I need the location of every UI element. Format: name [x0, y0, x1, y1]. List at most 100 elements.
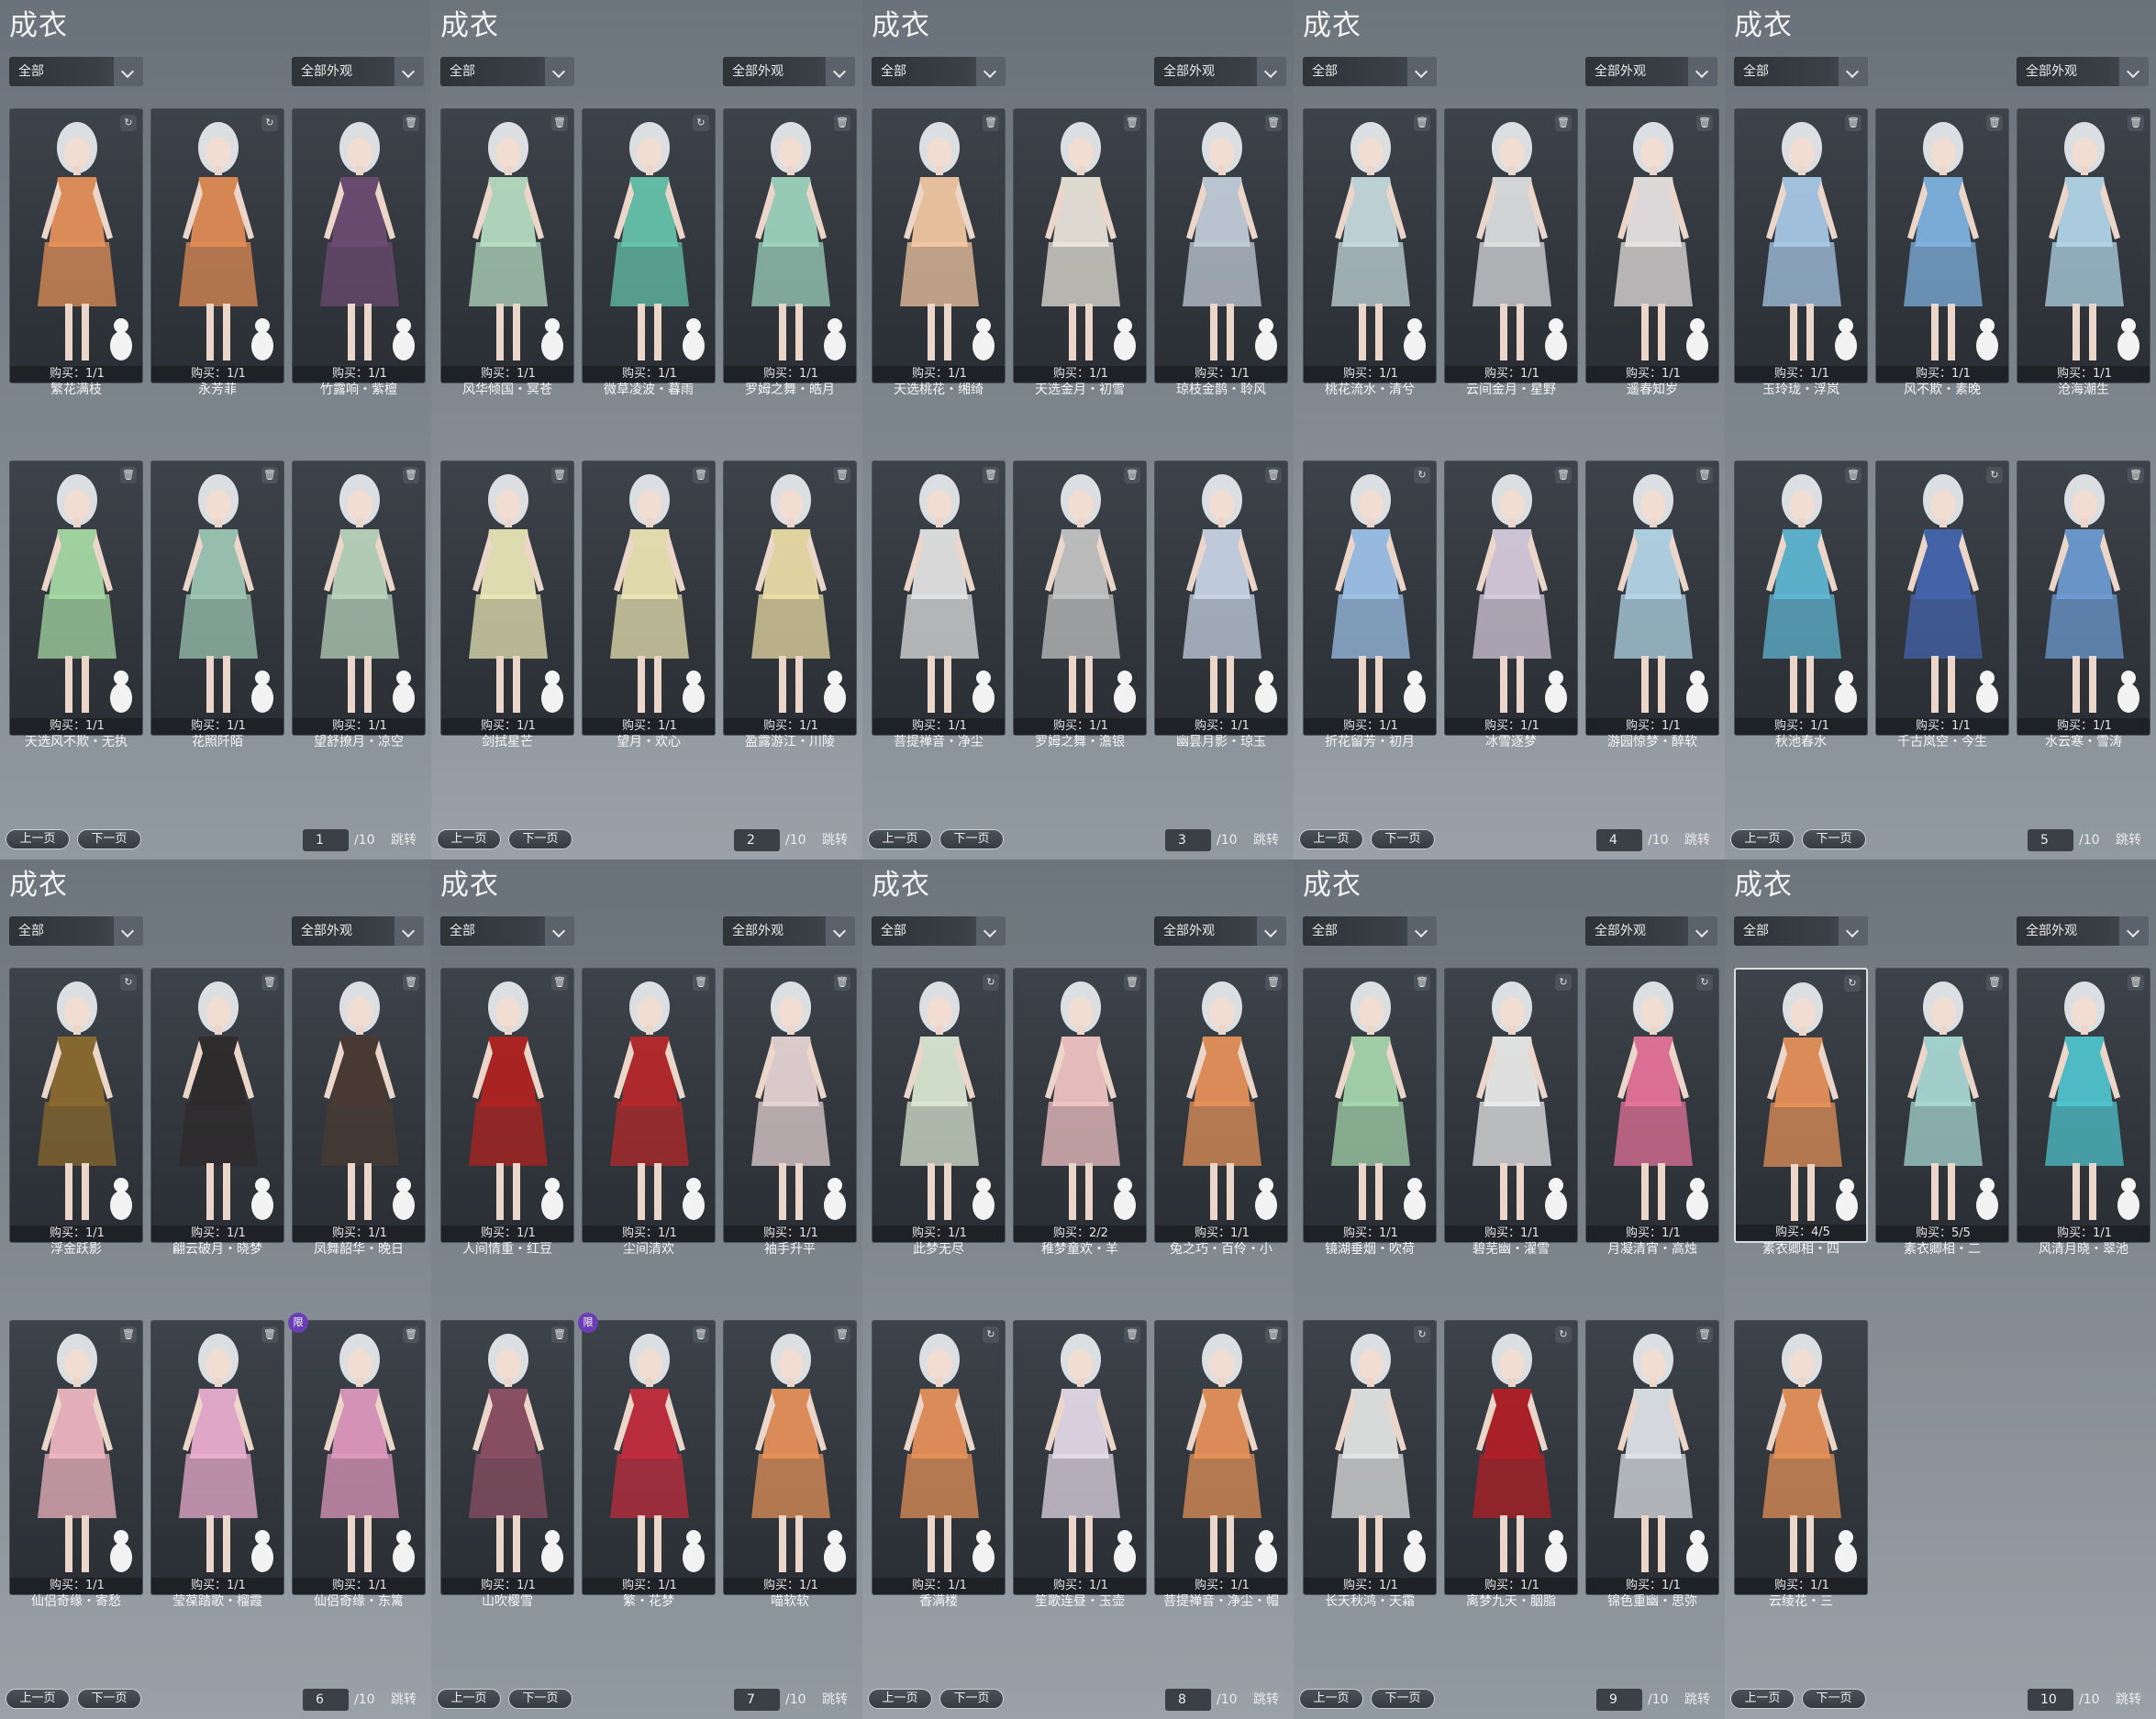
- prev-page-button[interactable]: 上一页: [868, 829, 932, 849]
- outfit-card[interactable]: 🗑 购买：1/1: [582, 460, 716, 736]
- outfit-card[interactable]: ↻ 购买：1/1: [1444, 1320, 1578, 1595]
- next-page-button[interactable]: 下一页: [1802, 1689, 1866, 1709]
- refresh-icon[interactable]: ↻: [1414, 1326, 1430, 1343]
- trash-icon[interactable]: 🗑: [834, 115, 850, 131]
- outfit-card[interactable]: 🗑 购买：1/1: [1013, 1320, 1147, 1595]
- prev-page-button[interactable]: 上一页: [6, 1689, 70, 1709]
- outfit-card[interactable]: ↻ 购买：1/1: [582, 108, 716, 383]
- page-number-input[interactable]: 9: [1596, 1689, 1642, 1711]
- outfit-card[interactable]: 🗑 购买：1/1: [1154, 968, 1288, 1243]
- category-filter-dropdown[interactable]: 全部: [1734, 57, 1868, 86]
- appearance-filter-dropdown[interactable]: 全部外观: [1154, 916, 1286, 946]
- outfit-card[interactable]: 🗑 购买：1/1: [1154, 460, 1288, 736]
- trash-icon[interactable]: 🗑: [403, 115, 419, 131]
- next-page-button[interactable]: 下一页: [508, 829, 572, 849]
- outfit-card[interactable]: 🗑 购买：1/1: [440, 1320, 574, 1595]
- outfit-card[interactable]: 🗑 购买：1/1: [440, 460, 574, 736]
- jump-button[interactable]: 跳转: [1684, 829, 1710, 851]
- outfit-card[interactable]: ↻ 购买：1/1: [872, 968, 1006, 1243]
- outfit-card[interactable]: ↻ 购买：1/1: [1875, 460, 2009, 736]
- prev-page-button[interactable]: 上一页: [868, 1689, 932, 1709]
- trash-icon[interactable]: 🗑: [551, 1326, 568, 1343]
- outfit-card[interactable]: 🗑 购买：1/1: [1013, 108, 1147, 383]
- trash-icon[interactable]: 🗑: [693, 467, 709, 483]
- trash-icon[interactable]: 🗑: [120, 467, 137, 483]
- next-page-button[interactable]: 下一页: [77, 829, 141, 849]
- outfit-card[interactable]: 🗑 购买：1/1: [150, 968, 284, 1243]
- outfit-card[interactable]: 🗑 购买：1/1: [1154, 1320, 1288, 1595]
- trash-icon[interactable]: 🗑: [693, 1326, 709, 1343]
- trash-icon[interactable]: 🗑: [1124, 974, 1140, 991]
- trash-icon[interactable]: 🗑: [1696, 467, 1713, 483]
- trash-icon[interactable]: 🗑: [1124, 1326, 1140, 1343]
- category-filter-dropdown[interactable]: 全部: [9, 916, 143, 946]
- trash-icon[interactable]: 🗑: [551, 467, 568, 483]
- trash-icon[interactable]: 🗑: [1696, 115, 1713, 131]
- jump-button[interactable]: 跳转: [1253, 1689, 1279, 1711]
- outfit-card[interactable]: 🗑 购买：1/1: [1444, 460, 1578, 736]
- category-filter-dropdown[interactable]: 全部: [872, 916, 1006, 946]
- outfit-card[interactable]: 🗑 购买：1/1: [440, 108, 574, 383]
- appearance-filter-dropdown[interactable]: 全部外观: [2017, 57, 2149, 86]
- outfit-card[interactable]: 🗑 购买：1/1: [1875, 108, 2009, 383]
- trash-icon[interactable]: 🗑: [1265, 467, 1282, 483]
- outfit-card[interactable]: 🗑 购买：1/1: [1734, 460, 1868, 736]
- prev-page-button[interactable]: 上一页: [1299, 829, 1363, 849]
- trash-icon[interactable]: 🗑: [551, 974, 568, 991]
- trash-icon[interactable]: 🗑: [1265, 115, 1282, 131]
- refresh-icon[interactable]: ↻: [1696, 974, 1713, 991]
- trash-icon[interactable]: 🗑: [2128, 467, 2144, 483]
- outfit-card[interactable]: 🗑 购买：1/1: [1444, 108, 1578, 383]
- trash-icon[interactable]: 🗑: [1265, 974, 1282, 991]
- outfit-card[interactable]: 🗑 购买：1/1: [2017, 460, 2150, 736]
- refresh-icon[interactable]: ↻: [1844, 975, 1861, 992]
- next-page-button[interactable]: 下一页: [939, 829, 1004, 849]
- outfit-card[interactable]: 🗑 购买：1/1: [1013, 460, 1147, 736]
- prev-page-button[interactable]: 上一页: [1730, 1689, 1795, 1709]
- trash-icon[interactable]: 🗑: [261, 974, 278, 991]
- refresh-icon[interactable]: ↻: [693, 115, 709, 131]
- prev-page-button[interactable]: 上一页: [437, 1689, 501, 1709]
- jump-button[interactable]: 跳转: [2116, 829, 2141, 851]
- trash-icon[interactable]: 🗑: [1555, 115, 1572, 131]
- outfit-card[interactable]: 🗑 购买：1/1: [1585, 460, 1719, 736]
- trash-icon[interactable]: 🗑: [403, 1326, 419, 1343]
- outfit-card[interactable]: ↻ 购买：1/1: [150, 108, 284, 383]
- page-number-input[interactable]: 10: [2028, 1689, 2073, 1711]
- outfit-card[interactable]: 🗑 购买：1/1: [723, 108, 857, 383]
- page-number-input[interactable]: 7: [734, 1689, 780, 1711]
- next-page-button[interactable]: 下一页: [1371, 829, 1435, 849]
- trash-icon[interactable]: 🗑: [551, 115, 568, 131]
- outfit-card[interactable]: 🗑 购买：1/1: [440, 968, 574, 1243]
- outfit-card[interactable]: 🗑 购买：1/1: [9, 1320, 143, 1595]
- trash-icon[interactable]: 🗑: [693, 974, 709, 991]
- outfit-card[interactable]: 🗑 购买：1/1: [292, 1320, 426, 1595]
- trash-icon[interactable]: 🗑: [983, 467, 999, 483]
- trash-icon[interactable]: 🗑: [403, 467, 419, 483]
- trash-icon[interactable]: 🗑: [1414, 974, 1430, 991]
- prev-page-button[interactable]: 上一页: [437, 829, 501, 849]
- refresh-icon[interactable]: ↻: [261, 115, 278, 131]
- refresh-icon[interactable]: ↻: [1555, 1326, 1572, 1343]
- appearance-filter-dropdown[interactable]: 全部外观: [292, 916, 424, 946]
- outfit-card[interactable]: ↻ 购买：1/1: [1303, 1320, 1437, 1595]
- outfit-card[interactable]: 购买：1/1: [1734, 1320, 1868, 1595]
- prev-page-button[interactable]: 上一页: [1730, 829, 1795, 849]
- category-filter-dropdown[interactable]: 全部: [440, 57, 574, 86]
- outfit-card[interactable]: 🗑 购买：1/1: [1154, 108, 1288, 383]
- prev-page-button[interactable]: 上一页: [6, 829, 70, 849]
- refresh-icon[interactable]: ↻: [983, 1326, 999, 1343]
- outfit-card[interactable]: 🗑 购买：1/1: [723, 968, 857, 1243]
- outfit-card[interactable]: 🗑 购买：2/2: [1013, 968, 1147, 1243]
- page-number-input[interactable]: 5: [2028, 829, 2073, 851]
- jump-button[interactable]: 跳转: [391, 1689, 417, 1711]
- outfit-card[interactable]: 🗑 购买：1/1: [872, 460, 1006, 736]
- trash-icon[interactable]: 🗑: [834, 467, 850, 483]
- trash-icon[interactable]: 🗑: [120, 1326, 137, 1343]
- jump-button[interactable]: 跳转: [1253, 829, 1279, 851]
- trash-icon[interactable]: 🗑: [1555, 467, 1572, 483]
- outfit-card[interactable]: ↻ 购买：1/1: [872, 1320, 1006, 1595]
- appearance-filter-dropdown[interactable]: 全部外观: [1585, 57, 1717, 86]
- category-filter-dropdown[interactable]: 全部: [1303, 916, 1437, 946]
- trash-icon[interactable]: 🗑: [1265, 1326, 1282, 1343]
